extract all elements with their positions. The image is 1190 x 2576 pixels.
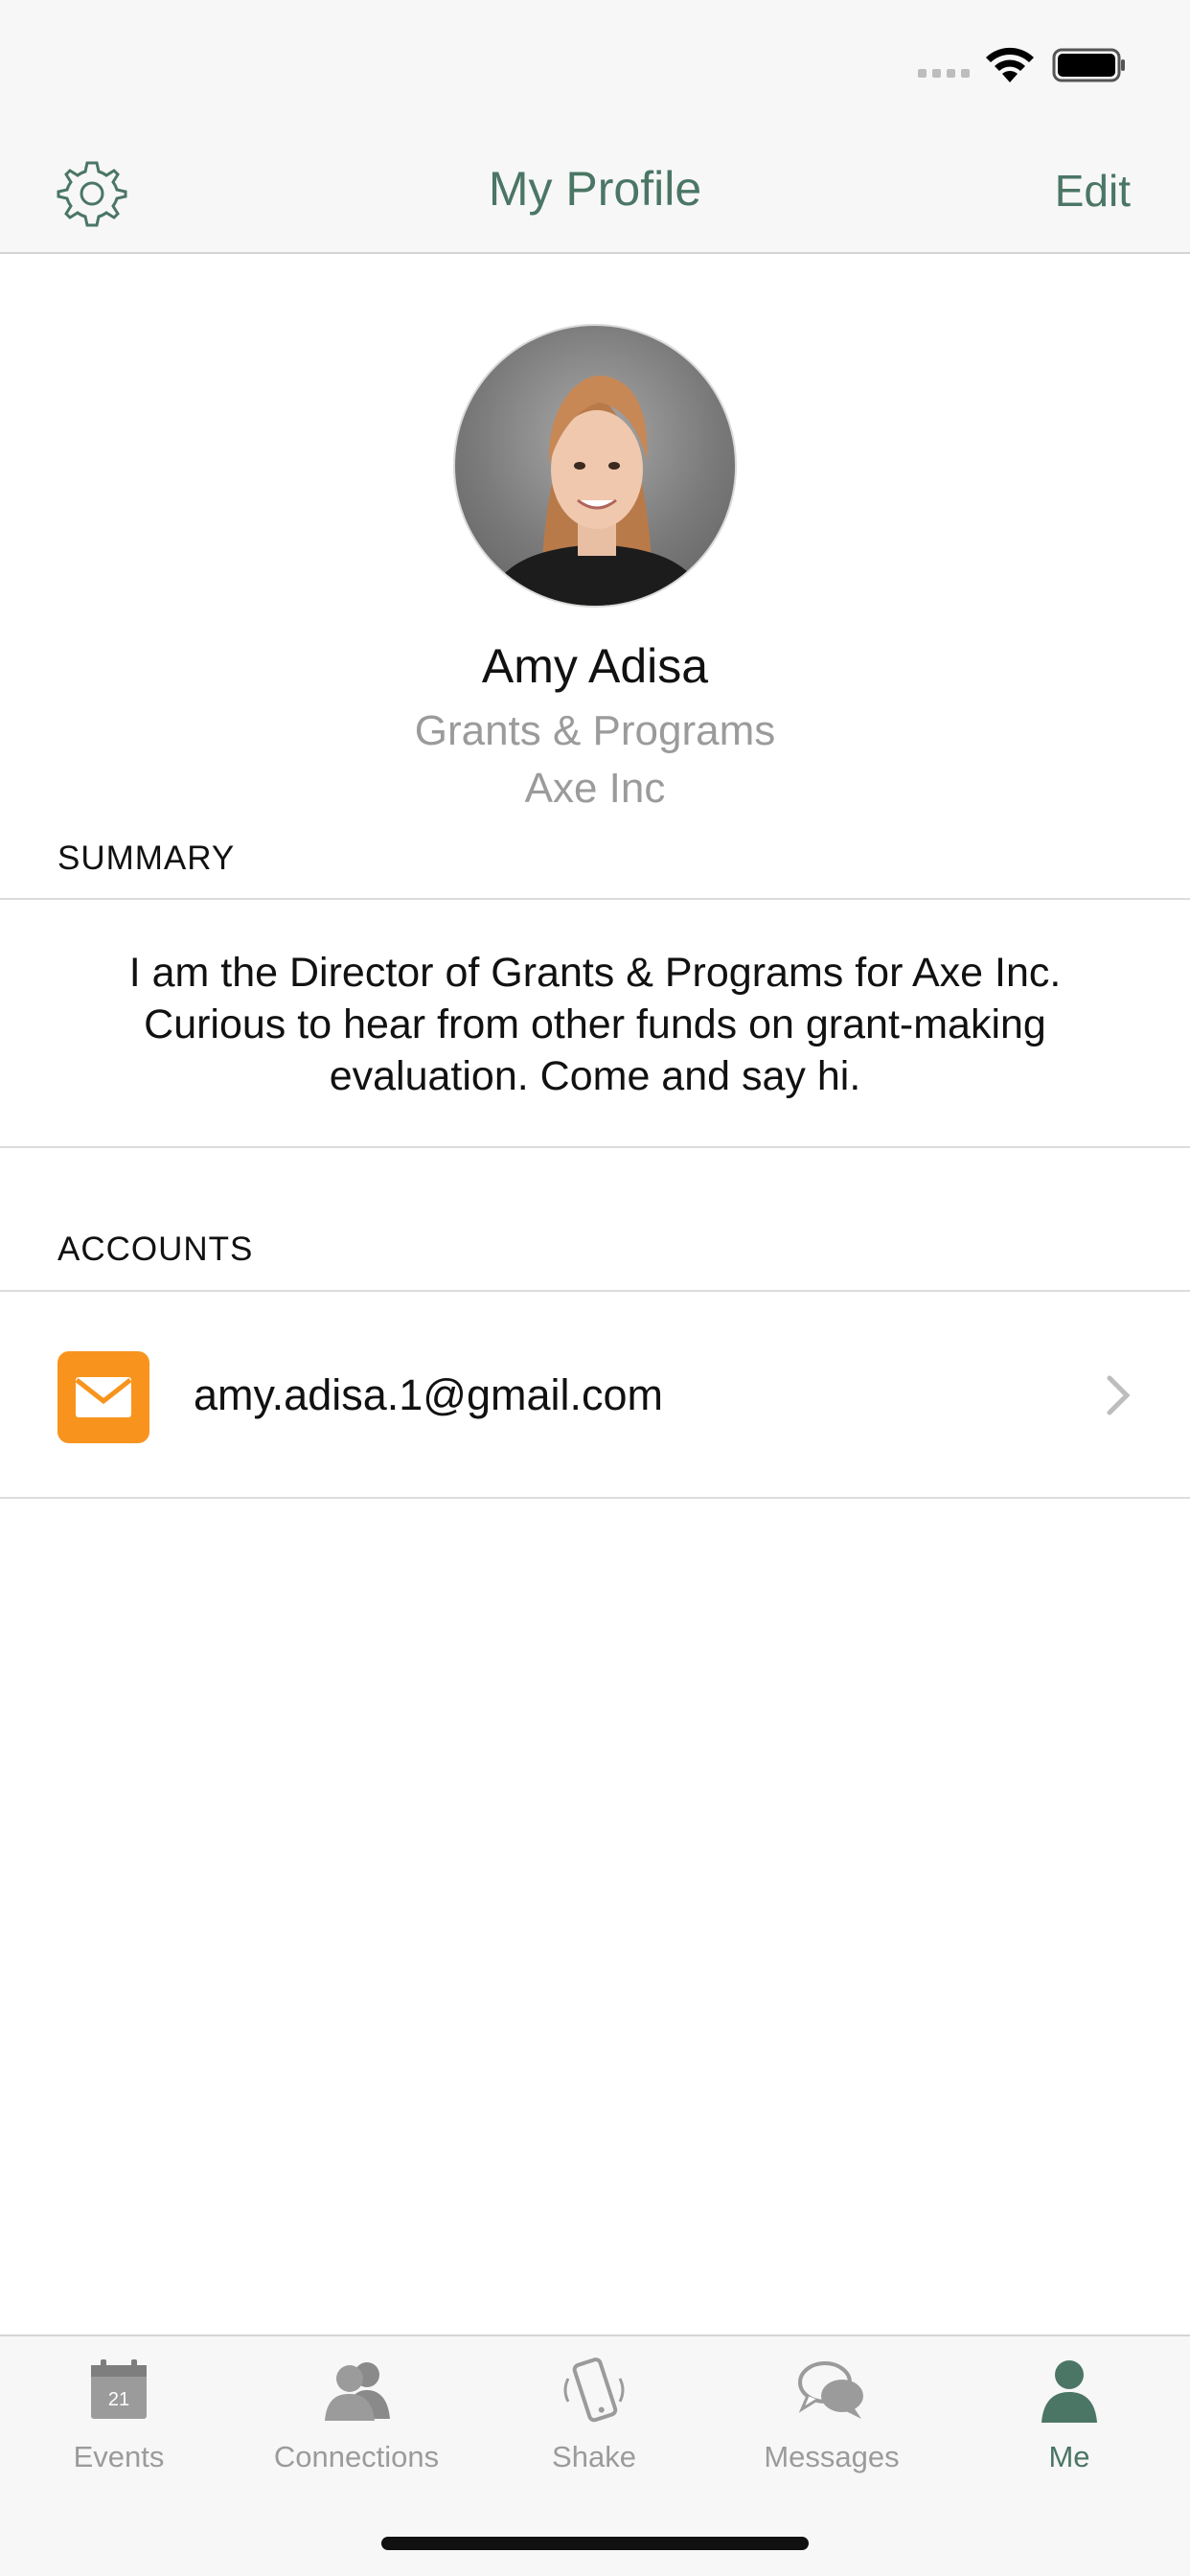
profile-company: Axe Inc xyxy=(524,765,666,812)
chat-bubbles-icon xyxy=(798,2361,863,2419)
summary-text: I am the Director of Grants & Programs f… xyxy=(128,950,1062,1099)
wifi-icon xyxy=(986,47,1034,82)
tab-shake[interactable]: Shake xyxy=(475,2356,713,2490)
profile-role: Grants & Programs xyxy=(414,707,776,754)
tab-label-messages: Messages xyxy=(764,2440,900,2473)
divider xyxy=(0,898,1190,900)
accounts-header: ACCOUNTS xyxy=(57,1230,254,1268)
avatar-portrait xyxy=(486,376,708,606)
tab-me[interactable]: Me xyxy=(950,2356,1188,2490)
calendar-day-number: 21 xyxy=(108,2389,129,2410)
tab-messages[interactable]: Messages xyxy=(713,2356,950,2490)
divider xyxy=(0,1146,1190,1148)
tab-connections[interactable]: Connections xyxy=(238,2356,475,2490)
edit-button[interactable]: Edit xyxy=(1055,165,1131,217)
tab-label-events: Events xyxy=(73,2440,165,2473)
mail-icon xyxy=(57,1351,149,1443)
navigation-bar: My Profile Edit xyxy=(0,134,1190,254)
person-icon xyxy=(1041,2360,1097,2423)
account-row-email[interactable]: amy.adisa.1@gmail.com xyxy=(0,1294,1190,1497)
tab-label-shake: Shake xyxy=(552,2440,636,2473)
home-indicator[interactable] xyxy=(381,2537,809,2550)
summary-header: SUMMARY xyxy=(57,840,236,877)
battery-icon xyxy=(1052,48,1125,82)
page-title: My Profile xyxy=(488,162,702,216)
account-email: amy.adisa.1@gmail.com xyxy=(194,1370,664,1419)
cellular-signal-icon xyxy=(918,69,970,78)
calendar-icon: 21 xyxy=(91,2359,147,2419)
profile-avatar xyxy=(453,324,737,608)
divider xyxy=(0,1497,1190,1499)
divider xyxy=(0,1290,1190,1292)
status-bar xyxy=(0,0,1190,134)
profile-name: Amy Adisa xyxy=(481,639,709,693)
people-icon xyxy=(325,2362,390,2421)
chevron-right-icon xyxy=(1107,1375,1131,1415)
tab-label-connections: Connections xyxy=(273,2440,440,2473)
tab-label-me: Me xyxy=(1048,2440,1090,2473)
phone-shake-icon xyxy=(563,2358,625,2423)
tab-events[interactable]: 21 Events xyxy=(0,2356,238,2490)
